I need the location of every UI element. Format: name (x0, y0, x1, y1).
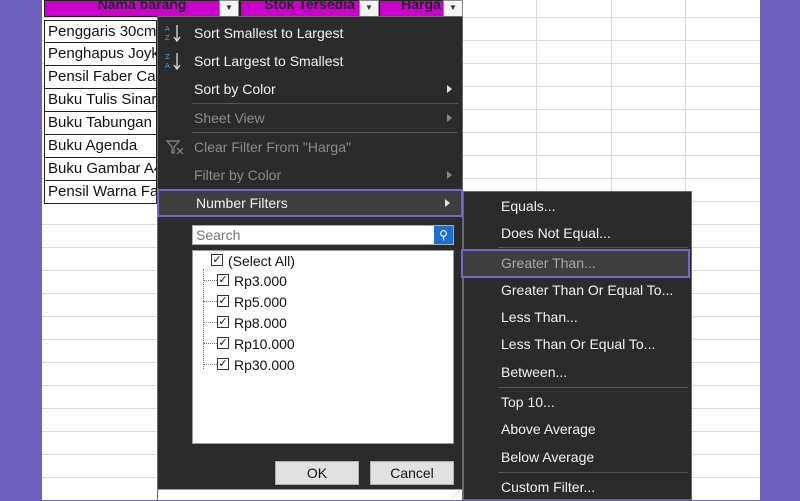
submenu-item-label: Less Than Or Equal To... (501, 336, 656, 352)
menu-item-sort-ascending[interactable]: AZ Sort Smallest to Largest (158, 19, 462, 47)
table-cell[interactable]: Penghapus Joyko (44, 43, 157, 66)
tree-line (203, 301, 217, 302)
header-label: Harga (401, 0, 441, 12)
table-cell[interactable]: Buku Agenda (44, 135, 157, 158)
table-cell[interactable]: Pensil Warna Faber Castell (44, 181, 157, 204)
sort-za-icon: ZA (164, 51, 186, 71)
submenu-item-label: Equals... (501, 198, 556, 214)
menu-separator (498, 387, 688, 388)
filter-dropdown-button[interactable]: ▼ (443, 0, 463, 17)
list-item-label: Rp30.000 (234, 357, 295, 373)
submenu-item-row: Greater Than... (464, 250, 689, 277)
submenu-arrow-icon (447, 85, 452, 93)
svg-text:A: A (165, 25, 170, 33)
filter-dropdown-button[interactable]: ▼ (359, 0, 379, 17)
menu-item-sheet-view[interactable]: Sheet View (158, 104, 462, 132)
header-label: Nama barang (97, 0, 187, 12)
submenu-item-label: Below Average (501, 449, 595, 465)
number-filters-submenu: Equals... Does Not Equal... Greater Than… (461, 191, 692, 501)
checkbox-checked-icon[interactable]: ✓ (217, 337, 229, 349)
submenu-item-does-not-equal[interactable]: Does Not Equal... (464, 220, 691, 247)
submenu-item-less-than-or-equal[interactable]: Less Than Or Equal To... (464, 331, 691, 358)
menu-item-label: Sort Largest to Smallest (194, 53, 344, 69)
submenu-item-less-than[interactable]: Less Than... (464, 304, 691, 331)
tree-line (203, 364, 217, 365)
submenu-item-above-average[interactable]: Above Average (464, 416, 691, 443)
submenu-item-below-average[interactable]: Below Average (464, 444, 691, 471)
filter-values-list[interactable]: ✓ (Select All) ✓ Rp3.000 ✓ Rp5.000 ✓ Rp8… (192, 250, 454, 444)
search-icon[interactable]: ⚲ (434, 226, 453, 244)
submenu-item-between[interactable]: Between... (464, 359, 691, 386)
submenu-item-label: Above Average (501, 421, 596, 437)
svg-text:Z: Z (165, 34, 170, 42)
tree-line (203, 269, 204, 369)
checkbox-checked-icon[interactable]: ✓ (217, 274, 229, 286)
submenu-arrow-icon (447, 114, 452, 122)
list-item-label: Rp3.000 (234, 273, 287, 289)
list-item-label: (Select All) (228, 253, 295, 269)
resize-grip[interactable]: ⋰ (158, 489, 462, 500)
filter-dropdown-menu: AZ Sort Smallest to Largest ZA Sort Larg… (157, 16, 463, 500)
table-cell[interactable]: Penggaris 30cm (44, 20, 157, 43)
submenu-item-label: Top 10... (501, 394, 555, 410)
svg-text:A: A (165, 62, 170, 70)
checkbox-checked-icon[interactable]: ✓ (217, 295, 229, 307)
header-cell-nama-barang[interactable]: Nama barang (44, 0, 240, 17)
list-item-label: Rp8.000 (234, 315, 287, 331)
menu-item-sort-by-color[interactable]: Sort by Color (158, 75, 462, 103)
table-cell[interactable]: Buku Gambar A4 (44, 158, 157, 181)
menu-item-label: Number Filters (196, 195, 288, 211)
menu-item-label: Sheet View (194, 110, 265, 126)
submenu-item-label: Custom Filter... (501, 479, 596, 495)
list-item-label: Rp10.000 (234, 336, 295, 352)
menu-item-number-filters-row: Number Filters (160, 189, 460, 217)
filter-dropdown-button[interactable]: ▼ (219, 0, 239, 17)
sort-az-icon: AZ (164, 23, 186, 43)
submenu-item-label: Greater Than... (501, 255, 596, 271)
list-item-label: Rp5.000 (234, 294, 287, 310)
search-box[interactable]: ⚲ (192, 225, 454, 245)
submenu-item-greater-than-or-equal[interactable]: Greater Than Or Equal To... (464, 277, 691, 304)
submenu-item-equals[interactable]: Equals... (464, 193, 691, 220)
menu-item-clear-filter[interactable]: Clear Filter From "Harga" (158, 133, 462, 161)
checkbox-checked-icon[interactable]: ✓ (217, 316, 229, 328)
menu-item-label: Clear Filter From "Harga" (194, 139, 351, 155)
cancel-button[interactable]: Cancel (370, 461, 454, 485)
checkbox-checked-icon[interactable]: ✓ (217, 358, 229, 370)
tree-line (203, 280, 217, 281)
menu-item-label: Filter by Color (194, 167, 282, 183)
header-label: Stok Tersedia (264, 0, 355, 12)
menu-item-label: Sort Smallest to Largest (194, 25, 344, 41)
table-cell[interactable]: Pensil Faber Castell (44, 66, 157, 89)
clear-filter-icon (164, 137, 186, 157)
svg-text:Z: Z (165, 53, 170, 61)
submenu-arrow-icon (445, 199, 450, 207)
checkbox-checked-icon[interactable]: ✓ (211, 254, 223, 266)
submenu-arrow-icon (447, 171, 452, 179)
menu-separator (498, 472, 688, 473)
menu-item-filter-by-color[interactable]: Filter by Color (158, 161, 462, 189)
submenu-item-custom-filter[interactable]: Custom Filter... (464, 474, 691, 501)
submenu-item-label: Less Than... (501, 309, 578, 325)
menu-item-label: Sort by Color (194, 81, 276, 97)
table-cell[interactable]: Buku Tabungan (44, 112, 157, 135)
menu-separator (498, 247, 688, 248)
tree-line (203, 322, 217, 323)
submenu-item-label: Greater Than Or Equal To... (501, 282, 674, 298)
menu-item-number-filters[interactable]: Number Filters (157, 189, 463, 217)
resize-grip-icon: ⋰ (452, 490, 460, 499)
submenu-item-label: Between... (501, 364, 568, 380)
table-cell[interactable]: Buku Tulis Sinar Dunia (44, 89, 157, 112)
submenu-item-top-10[interactable]: Top 10... (464, 389, 691, 416)
menu-item-sort-descending[interactable]: ZA Sort Largest to Smallest (158, 47, 462, 75)
submenu-item-greater-than[interactable]: Greater Than... (461, 249, 690, 278)
search-input[interactable] (193, 226, 437, 244)
tree-line (203, 343, 217, 344)
submenu-item-label: Does Not Equal... (501, 225, 611, 241)
ok-button[interactable]: OK (275, 461, 359, 485)
